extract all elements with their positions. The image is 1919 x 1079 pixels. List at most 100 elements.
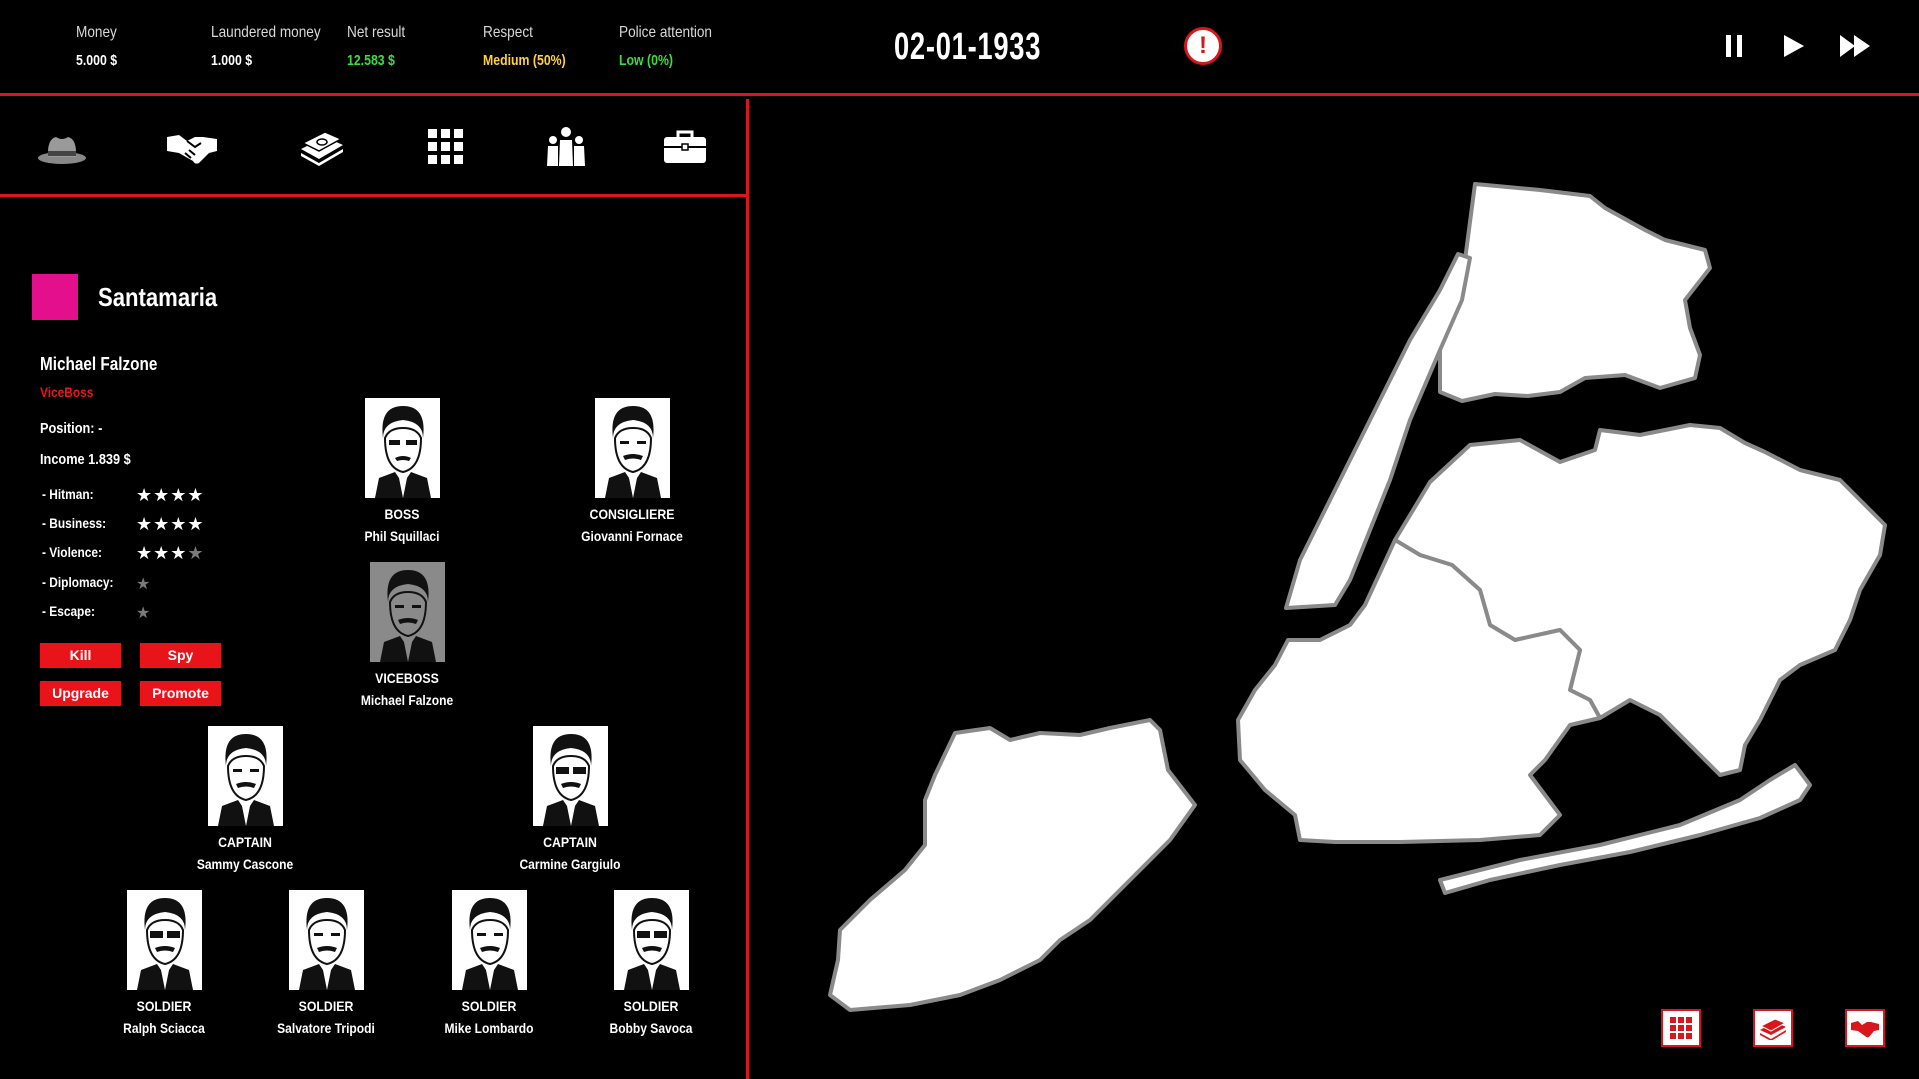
member-rank: VICEBOSS: [375, 670, 439, 686]
member-card-viceboss[interactable]: VICEBOSS Michael Falzone: [327, 562, 487, 708]
top-bar: Money 5.000 $ Laundered money 1.000 $ Ne…: [0, 0, 1919, 96]
member-card-soldier[interactable]: SOLDIER Ralph Sciacca: [84, 890, 244, 1036]
upgrade-button[interactable]: Upgrade: [40, 681, 121, 706]
money-value: 5.000 $: [76, 52, 118, 69]
skill-label: - Diplomacy:: [42, 574, 114, 590]
map-diplomacy-button[interactable]: [1845, 1009, 1885, 1047]
respect-value: Medium (50%): [483, 52, 566, 69]
member-card-soldier[interactable]: SOLDIER Bobby Savoca: [571, 890, 731, 1036]
play-button[interactable]: [1776, 30, 1810, 62]
member-card-captain[interactable]: CAPTAIN Sammy Cascone: [165, 726, 325, 872]
selected-member-role-row: ViceBoss: [40, 384, 103, 400]
family-panel: Santamaria Michael Falzone ViceBoss Posi…: [0, 99, 749, 1079]
member-name: Giovanni Fornace: [581, 528, 683, 544]
mobster-portrait: [207, 726, 283, 826]
fast-forward-icon: [1840, 35, 1870, 57]
skill-business-stars: ★★★★: [136, 514, 205, 534]
member-rank: SOLDIER: [623, 998, 679, 1014]
money-label: Money: [76, 24, 117, 41]
police-attention-label: Police attention: [619, 24, 712, 41]
skill-violence: - Violence:: [42, 544, 113, 560]
tab-business[interactable]: [655, 119, 715, 175]
game-date: 02-01-1933: [894, 26, 1042, 68]
member-card-captain[interactable]: CAPTAIN Carmine Gargiulo: [490, 726, 650, 872]
skill-escape-stars: ★: [136, 605, 152, 622]
city-map: [828, 182, 1887, 1012]
respect-stat: Respect Medium (50%): [483, 24, 584, 69]
skill-diplomacy-stars: ★: [136, 576, 152, 593]
kill-button[interactable]: Kill: [40, 643, 121, 668]
tab-diplomacy[interactable]: [162, 119, 222, 175]
member-name: Bobby Savoca: [609, 1020, 693, 1036]
pause-button[interactable]: [1717, 30, 1751, 62]
play-icon: [1784, 35, 1804, 57]
member-card-boss[interactable]: BOSS Phil Squillaci: [322, 398, 482, 544]
member-rank: CAPTAIN: [543, 834, 597, 850]
member-name: Salvatore Tripodi: [277, 1020, 375, 1036]
laundered-money-value: 1.000 $: [211, 52, 253, 69]
skill-label: - Business:: [42, 515, 107, 531]
selected-member-role: ViceBoss: [40, 384, 94, 400]
member-name: Michael Falzone: [360, 692, 454, 708]
member-name: Carmine Gargiulo: [519, 856, 621, 872]
mobster-portrait: [594, 398, 670, 498]
handshake-icon: [167, 135, 217, 164]
selected-member-panel: Michael Falzone: [40, 354, 178, 375]
map-districts-button[interactable]: [1661, 1009, 1701, 1047]
mobster-portrait: [288, 890, 364, 990]
borough-bronx[interactable]: [1438, 182, 1712, 403]
member-card-soldier[interactable]: SOLDIER Mike Lombardo: [409, 890, 569, 1036]
family-color-swatch: [32, 274, 78, 320]
handshake-icon: [1851, 1021, 1879, 1038]
police-attention-stat: Police attention Low (0%): [619, 24, 728, 69]
promote-button[interactable]: Promote: [140, 681, 221, 706]
member-rank: BOSS: [384, 506, 420, 522]
net-result-value: 12.583 $: [347, 52, 395, 69]
skill-label: - Hitman:: [42, 486, 94, 502]
member-card-consigliere[interactable]: CONSIGLIERE Giovanni Fornace: [552, 398, 712, 544]
selected-member-position: Position: -: [40, 420, 103, 437]
mobster-portrait: [126, 890, 202, 990]
skill-label: - Violence:: [42, 544, 102, 560]
laundered-money-label: Laundered money: [211, 24, 321, 41]
net-result-stat: Net result 12.583 $: [347, 24, 415, 69]
skill-hitman-stars: ★★★★: [136, 485, 205, 505]
money-stack-icon: [301, 131, 343, 166]
tab-districts[interactable]: [416, 119, 476, 175]
fast-forward-button[interactable]: [1838, 30, 1872, 62]
grid-icon: [428, 129, 463, 164]
skill-label: - Escape:: [42, 603, 95, 619]
grid-icon: [1670, 1017, 1692, 1039]
alert-button[interactable]: !: [1184, 27, 1222, 65]
briefcase-icon: [664, 130, 706, 163]
member-rank: SOLDIER: [136, 998, 192, 1014]
member-rank: SOLDIER: [298, 998, 354, 1014]
tab-crew[interactable]: [536, 119, 596, 175]
spy-button[interactable]: Spy: [140, 643, 221, 668]
mobster-portrait: [369, 562, 445, 662]
skill-business: - Business:: [42, 515, 117, 531]
member-name: Sammy Cascone: [196, 856, 294, 872]
member-rank: CAPTAIN: [218, 834, 272, 850]
respect-label: Respect: [483, 24, 533, 41]
tab-money[interactable]: [292, 119, 352, 175]
selected-member-income: Income 1.839 $: [40, 451, 131, 468]
member-name: Mike Lombardo: [444, 1020, 534, 1036]
mobster-portrait: [451, 890, 527, 990]
map-money-button[interactable]: [1753, 1009, 1793, 1047]
tab-family[interactable]: [32, 119, 92, 175]
selected-member-name: Michael Falzone: [40, 354, 158, 374]
tab-bar: [0, 99, 746, 197]
mobster-portrait: [532, 726, 608, 826]
selected-member-income-row: Income 1.839 $: [40, 451, 147, 468]
mobster-portrait: [364, 398, 440, 498]
money-stat: Money 5.000 $: [76, 24, 126, 69]
borough-staten-island[interactable]: [828, 718, 1197, 1012]
skill-diplomacy: - Diplomacy:: [42, 574, 126, 590]
member-card-soldier[interactable]: SOLDIER Salvatore Tripodi: [246, 890, 406, 1036]
member-name: Ralph Sciacca: [123, 1020, 205, 1036]
fedora-hat-icon: [38, 137, 86, 164]
family-name: Santamaria: [98, 282, 218, 312]
net-result-label: Net result: [347, 24, 406, 41]
police-attention-value: Low (0%): [619, 52, 673, 69]
